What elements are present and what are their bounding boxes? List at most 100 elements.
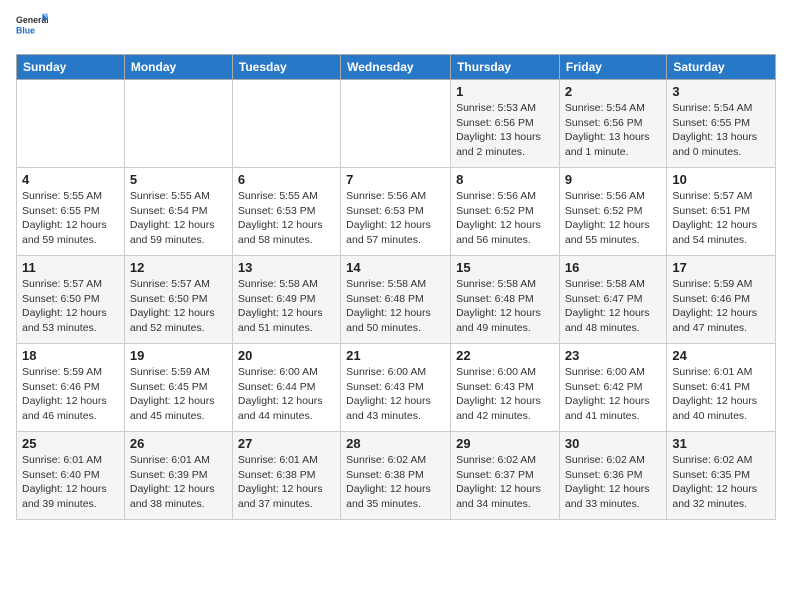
calendar-cell: 2 Sunrise: 5:54 AM Sunset: 6:56 PM Daylig… [559, 80, 666, 168]
day-number: 8 [456, 172, 554, 187]
calendar-week-4: 18 Sunrise: 5:59 AM Sunset: 6:46 PM Dayli… [17, 344, 776, 432]
calendar-cell: 7 Sunrise: 5:56 AM Sunset: 6:53 PM Daylig… [341, 168, 451, 256]
day-info: Sunrise: 6:00 AM Sunset: 6:44 PM Dayligh… [238, 365, 335, 424]
calendar-cell: 6 Sunrise: 5:55 AM Sunset: 6:53 PM Daylig… [232, 168, 340, 256]
day-number: 20 [238, 348, 335, 363]
calendar-cell: 23Sunrise: 6:00 AM Sunset: 6:42 PM Dayli… [559, 344, 666, 432]
calendar-cell: 18 Sunrise: 5:59 AM Sunset: 6:46 PM Dayli… [17, 344, 125, 432]
calendar-cell [341, 80, 451, 168]
day-number: 10 [672, 172, 770, 187]
calendar-cell: 12 Sunrise: 5:57 AM Sunset: 6:50 PM Dayli… [124, 256, 232, 344]
day-number: 3 [672, 84, 770, 99]
day-number: 9 [565, 172, 661, 187]
day-number: 14 [346, 260, 445, 275]
day-number: 7 [346, 172, 445, 187]
day-info: Sunrise: 5:58 AM Sunset: 6:48 PM Dayligh… [346, 277, 445, 336]
day-number: 25 [22, 436, 119, 451]
day-number: 5 [130, 172, 227, 187]
calendar-cell: 25 Sunrise: 6:01 AM Sunset: 6:40 PM Dayli… [17, 432, 125, 520]
day-number: 29 [456, 436, 554, 451]
calendar-cell: 21Sunrise: 6:00 AM Sunset: 6:43 PM Dayli… [341, 344, 451, 432]
day-info: Sunrise: 5:58 AM Sunset: 6:47 PM Dayligh… [565, 277, 661, 336]
day-number: 15 [456, 260, 554, 275]
header: General Blue [16, 12, 776, 44]
day-number: 17 [672, 260, 770, 275]
calendar-cell: 3 Sunrise: 5:54 AM Sunset: 6:55 PM Daylig… [667, 80, 776, 168]
day-number: 27 [238, 436, 335, 451]
day-header-tuesday: Tuesday [232, 55, 340, 80]
day-info: Sunrise: 5:54 AM Sunset: 6:55 PM Dayligh… [672, 101, 770, 160]
day-info: Sunrise: 6:02 AM Sunset: 6:37 PM Dayligh… [456, 453, 554, 512]
day-number: 28 [346, 436, 445, 451]
day-info: Sunrise: 6:00 AM Sunset: 6:43 PM Dayligh… [346, 365, 445, 424]
day-info: Sunrise: 5:57 AM Sunset: 6:50 PM Dayligh… [130, 277, 227, 336]
calendar-cell: 5 Sunrise: 5:55 AM Sunset: 6:54 PM Daylig… [124, 168, 232, 256]
day-info: Sunrise: 5:57 AM Sunset: 6:51 PM Dayligh… [672, 189, 770, 248]
day-info: Sunrise: 6:02 AM Sunset: 6:35 PM Dayligh… [672, 453, 770, 512]
calendar-week-1: 1 Sunrise: 5:53 AM Sunset: 6:56 PM Daylig… [17, 80, 776, 168]
day-info: Sunrise: 6:01 AM Sunset: 6:40 PM Dayligh… [22, 453, 119, 512]
day-header-sunday: Sunday [17, 55, 125, 80]
day-info: Sunrise: 5:57 AM Sunset: 6:50 PM Dayligh… [22, 277, 119, 336]
svg-text:Blue: Blue [16, 26, 35, 36]
calendar-cell: 14 Sunrise: 5:58 AM Sunset: 6:48 PM Dayli… [341, 256, 451, 344]
calendar-cell: 1 Sunrise: 5:53 AM Sunset: 6:56 PM Daylig… [451, 80, 560, 168]
day-info: Sunrise: 6:02 AM Sunset: 6:38 PM Dayligh… [346, 453, 445, 512]
calendar-cell: 29 Sunrise: 6:02 AM Sunset: 6:37 PM Dayli… [451, 432, 560, 520]
day-info: Sunrise: 5:53 AM Sunset: 6:56 PM Dayligh… [456, 101, 554, 160]
day-header-saturday: Saturday [667, 55, 776, 80]
day-number: 13 [238, 260, 335, 275]
day-number: 12 [130, 260, 227, 275]
day-info: Sunrise: 5:54 AM Sunset: 6:56 PM Dayligh… [565, 101, 661, 160]
logo: General Blue [16, 12, 48, 44]
day-info: Sunrise: 5:56 AM Sunset: 6:52 PM Dayligh… [565, 189, 661, 248]
calendar-cell: 31 Sunrise: 6:02 AM Sunset: 6:35 PM Dayli… [667, 432, 776, 520]
calendar-cell: 19Sunrise: 5:59 AM Sunset: 6:45 PM Dayli… [124, 344, 232, 432]
day-info: Sunrise: 6:01 AM Sunset: 6:38 PM Dayligh… [238, 453, 335, 512]
day-number: 22 [456, 348, 554, 363]
calendar-cell: 13Sunrise: 5:58 AM Sunset: 6:49 PM Dayli… [232, 256, 340, 344]
calendar-week-5: 25 Sunrise: 6:01 AM Sunset: 6:40 PM Dayli… [17, 432, 776, 520]
day-number: 4 [22, 172, 119, 187]
day-header-wednesday: Wednesday [341, 55, 451, 80]
calendar-cell [232, 80, 340, 168]
day-number: 2 [565, 84, 661, 99]
day-number: 1 [456, 84, 554, 99]
day-info: Sunrise: 5:56 AM Sunset: 6:53 PM Dayligh… [346, 189, 445, 248]
day-header-friday: Friday [559, 55, 666, 80]
calendar-cell: 17Sunrise: 5:59 AM Sunset: 6:46 PM Dayli… [667, 256, 776, 344]
calendar-cell: 4 Sunrise: 5:55 AM Sunset: 6:55 PM Daylig… [17, 168, 125, 256]
calendar-cell [124, 80, 232, 168]
calendar-cell: 11Sunrise: 5:57 AM Sunset: 6:50 PM Dayli… [17, 256, 125, 344]
day-number: 16 [565, 260, 661, 275]
calendar-cell: 15 Sunrise: 5:58 AM Sunset: 6:48 PM Dayli… [451, 256, 560, 344]
day-number: 31 [672, 436, 770, 451]
day-info: Sunrise: 6:01 AM Sunset: 6:39 PM Dayligh… [130, 453, 227, 512]
day-info: Sunrise: 5:55 AM Sunset: 6:54 PM Dayligh… [130, 189, 227, 248]
day-number: 6 [238, 172, 335, 187]
day-number: 18 [22, 348, 119, 363]
calendar-week-2: 4 Sunrise: 5:55 AM Sunset: 6:55 PM Daylig… [17, 168, 776, 256]
day-info: Sunrise: 5:59 AM Sunset: 6:46 PM Dayligh… [22, 365, 119, 424]
calendar-cell [17, 80, 125, 168]
day-number: 26 [130, 436, 227, 451]
day-info: Sunrise: 5:55 AM Sunset: 6:53 PM Dayligh… [238, 189, 335, 248]
day-number: 19 [130, 348, 227, 363]
logo-icon: General Blue [16, 12, 48, 44]
calendar-header-row: SundayMondayTuesdayWednesdayThursdayFrid… [17, 55, 776, 80]
calendar-cell: 27 Sunrise: 6:01 AM Sunset: 6:38 PM Dayli… [232, 432, 340, 520]
day-info: Sunrise: 6:01 AM Sunset: 6:41 PM Dayligh… [672, 365, 770, 424]
day-info: Sunrise: 6:00 AM Sunset: 6:43 PM Dayligh… [456, 365, 554, 424]
day-info: Sunrise: 5:56 AM Sunset: 6:52 PM Dayligh… [456, 189, 554, 248]
calendar-cell: 26 Sunrise: 6:01 AM Sunset: 6:39 PM Dayli… [124, 432, 232, 520]
calendar-cell: 22 Sunrise: 6:00 AM Sunset: 6:43 PM Dayli… [451, 344, 560, 432]
calendar-cell: 30Sunrise: 6:02 AM Sunset: 6:36 PM Dayli… [559, 432, 666, 520]
day-number: 24 [672, 348, 770, 363]
day-info: Sunrise: 5:58 AM Sunset: 6:48 PM Dayligh… [456, 277, 554, 336]
calendar-cell: 10 Sunrise: 5:57 AM Sunset: 6:51 PM Dayli… [667, 168, 776, 256]
day-info: Sunrise: 6:02 AM Sunset: 6:36 PM Dayligh… [565, 453, 661, 512]
day-info: Sunrise: 6:00 AM Sunset: 6:42 PM Dayligh… [565, 365, 661, 424]
day-info: Sunrise: 5:55 AM Sunset: 6:55 PM Dayligh… [22, 189, 119, 248]
calendar-week-3: 11Sunrise: 5:57 AM Sunset: 6:50 PM Dayli… [17, 256, 776, 344]
day-header-thursday: Thursday [451, 55, 560, 80]
